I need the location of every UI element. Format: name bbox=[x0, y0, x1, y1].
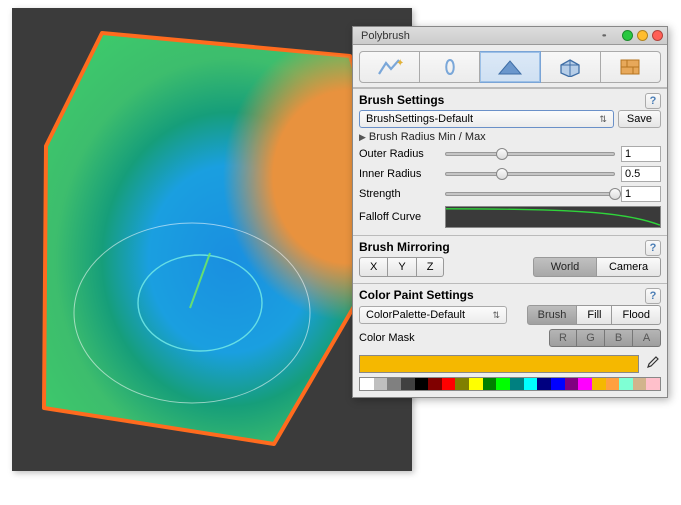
mask-g[interactable]: G bbox=[577, 329, 605, 347]
palette-swatch[interactable] bbox=[469, 378, 483, 390]
mask-a[interactable]: A bbox=[633, 329, 661, 347]
mirror-z[interactable]: Z bbox=[417, 257, 445, 277]
color-section: Color Paint Settings ? ColorPalette-Defa… bbox=[353, 283, 667, 397]
palette-swatch[interactable] bbox=[551, 378, 565, 390]
mode-toolbar: ✦ bbox=[353, 45, 667, 88]
palette-swatch[interactable] bbox=[606, 378, 620, 390]
inner-radius-field[interactable]: 0.5 bbox=[621, 166, 661, 182]
titlebar[interactable]: Polybrush ••• bbox=[353, 27, 667, 45]
palette-swatches[interactable] bbox=[359, 377, 661, 391]
polybrush-panel: Polybrush ••• ✦ Brush Settings ? bbox=[352, 26, 668, 398]
palette-swatch[interactable] bbox=[360, 378, 374, 390]
palette-swatch[interactable] bbox=[524, 378, 538, 390]
palette-swatch[interactable] bbox=[510, 378, 524, 390]
brush-settings-section: Brush Settings ? BrushSettings-Default ⇅… bbox=[353, 88, 667, 235]
save-button[interactable]: Save bbox=[618, 110, 661, 128]
palette-swatch[interactable] bbox=[646, 378, 660, 390]
chevron-right-icon: ▶ bbox=[359, 132, 366, 143]
space-camera[interactable]: Camera bbox=[597, 257, 661, 277]
chevron-updown-icon: ⇅ bbox=[599, 114, 607, 125]
mirror-y[interactable]: Y bbox=[388, 257, 416, 277]
eyedropper-icon[interactable] bbox=[643, 356, 661, 373]
palette-swatch[interactable] bbox=[537, 378, 551, 390]
palette-swatch[interactable] bbox=[428, 378, 442, 390]
palette-swatch[interactable] bbox=[592, 378, 606, 390]
mode-brush[interactable]: Brush bbox=[527, 305, 578, 325]
mode-fill[interactable]: Fill bbox=[577, 305, 612, 325]
inner-radius-slider[interactable] bbox=[445, 172, 615, 176]
mask-r[interactable]: R bbox=[549, 329, 577, 347]
brush-settings-heading: Brush Settings bbox=[359, 93, 661, 107]
tool-texture[interactable] bbox=[601, 51, 661, 83]
mirror-x[interactable]: X bbox=[359, 257, 388, 277]
color-heading: Color Paint Settings bbox=[359, 288, 661, 302]
outer-radius-slider[interactable] bbox=[445, 152, 615, 156]
tool-sculpt[interactable]: ✦ bbox=[359, 51, 420, 83]
palette-swatch[interactable] bbox=[619, 378, 633, 390]
chevron-updown-icon: ⇅ bbox=[492, 310, 500, 321]
outer-radius-field[interactable]: 1 bbox=[621, 146, 661, 162]
radius-foldout[interactable]: ▶ Brush Radius Min / Max bbox=[359, 131, 661, 143]
palette-swatch[interactable] bbox=[401, 378, 415, 390]
options-icon[interactable]: ••• bbox=[602, 31, 614, 40]
minimize-icon[interactable] bbox=[622, 30, 633, 41]
brush-preset-dropdown[interactable]: BrushSettings-Default ⇅ bbox=[359, 110, 614, 128]
palette-swatch[interactable] bbox=[455, 378, 469, 390]
palette-swatch[interactable] bbox=[578, 378, 592, 390]
palette-swatch[interactable] bbox=[565, 378, 579, 390]
palette-swatch[interactable] bbox=[374, 378, 388, 390]
palette-swatch[interactable] bbox=[415, 378, 429, 390]
maximize-icon[interactable] bbox=[637, 30, 648, 41]
falloff-label: Falloff Curve bbox=[359, 211, 439, 223]
tool-prefab[interactable] bbox=[541, 51, 601, 83]
mask-b[interactable]: B bbox=[605, 329, 633, 347]
mode-flood[interactable]: Flood bbox=[612, 305, 661, 325]
palette-swatch[interactable] bbox=[442, 378, 456, 390]
active-color-swatch[interactable] bbox=[359, 355, 639, 373]
strength-field[interactable]: 1 bbox=[621, 186, 661, 202]
space-world[interactable]: World bbox=[533, 257, 597, 277]
palette-dropdown[interactable]: ColorPalette-Default ⇅ bbox=[359, 306, 507, 324]
close-icon[interactable] bbox=[652, 30, 663, 41]
palette-swatch[interactable] bbox=[387, 378, 401, 390]
mirroring-section: Brush Mirroring ? X Y Z World Camera bbox=[353, 235, 667, 283]
palette-swatch[interactable] bbox=[496, 378, 510, 390]
inner-radius-label: Inner Radius bbox=[359, 168, 439, 180]
color-mask-label: Color Mask bbox=[359, 332, 549, 344]
svg-text:✦: ✦ bbox=[396, 58, 403, 69]
strength-label: Strength bbox=[359, 188, 439, 200]
outer-radius-label: Outer Radius bbox=[359, 148, 439, 160]
palette-swatch[interactable] bbox=[483, 378, 497, 390]
falloff-curve[interactable] bbox=[445, 206, 661, 228]
window-title: Polybrush bbox=[357, 30, 602, 42]
help-button[interactable]: ? bbox=[645, 240, 661, 256]
tool-smooth[interactable] bbox=[420, 51, 480, 83]
palette-swatch[interactable] bbox=[633, 378, 647, 390]
help-button[interactable]: ? bbox=[645, 93, 661, 109]
tool-paint[interactable] bbox=[480, 51, 540, 83]
mirroring-heading: Brush Mirroring bbox=[359, 240, 661, 254]
strength-slider[interactable] bbox=[445, 192, 615, 196]
help-button[interactable]: ? bbox=[645, 288, 661, 304]
